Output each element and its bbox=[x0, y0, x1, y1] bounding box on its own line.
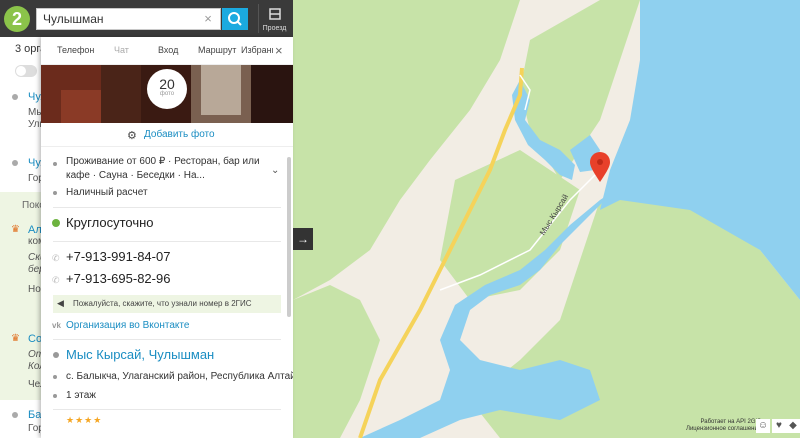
crown-icon: ♛ bbox=[11, 333, 20, 344]
pin-icon bbox=[12, 412, 18, 418]
bullet-icon bbox=[53, 375, 57, 379]
open-status-icon bbox=[52, 219, 60, 227]
tab-chat[interactable]: Чат bbox=[114, 45, 129, 55]
megaphone-icon: ◀ bbox=[57, 298, 64, 308]
hint-text: Пожалуйста, скажите, что узнали номер в … bbox=[73, 299, 252, 308]
result-title: Алт bbox=[28, 224, 42, 236]
attribution-license[interactable]: Лицензионное соглашение bbox=[686, 426, 761, 433]
photo-count-label: фото bbox=[159, 91, 175, 97]
address-text: с. Балыкча, Улаганский район, Республика… bbox=[66, 371, 293, 382]
result-title: Чул bbox=[28, 91, 42, 103]
crown-icon: ♛ bbox=[11, 224, 20, 235]
vk-link[interactable]: Организация во Вконтакте bbox=[66, 320, 189, 331]
tab-phone[interactable]: Телефон bbox=[57, 45, 94, 55]
phone-icon: ✆ bbox=[52, 275, 60, 285]
attribution-api[interactable]: Работает на API 2GIS bbox=[686, 419, 761, 426]
route-label: Проезд bbox=[262, 25, 287, 32]
heart-icon[interactable]: ♥ bbox=[772, 419, 786, 433]
phone-number[interactable]: +7-913-991-84-07 bbox=[66, 249, 170, 264]
result-sub: Ули bbox=[28, 119, 42, 130]
result-sub: От bbox=[28, 349, 42, 360]
close-icon[interactable]: × bbox=[275, 43, 283, 58]
firm-card: Телефон Чат Вход Маршрут Избранное × 20 … bbox=[41, 37, 293, 438]
pin-icon bbox=[12, 160, 18, 166]
tab-entrance[interactable]: Вход bbox=[158, 45, 178, 55]
card-content[interactable]: Проживание от 600 ₽ · Ресторан, бар или … bbox=[41, 147, 293, 438]
pin-icon bbox=[12, 94, 18, 100]
address-title[interactable]: Мыс Кырсай, Чулышман bbox=[66, 347, 214, 362]
result-sub: Мыс bbox=[28, 107, 42, 118]
phone-number[interactable]: +7-913-695-82-96 bbox=[66, 271, 170, 286]
payment-text: Наличный расчет bbox=[66, 187, 148, 198]
chevron-down-icon[interactable]: ⌄ bbox=[271, 165, 279, 176]
card-tabs: Телефон Чат Вход Маршрут Избранное × bbox=[41, 37, 293, 65]
services-text: Проживание от 600 ₽ · Ресторан, бар или … bbox=[66, 156, 260, 181]
filter-toggle[interactable] bbox=[15, 65, 37, 77]
result-sub: Гор bbox=[28, 173, 42, 184]
hours-text: Круглосуточно bbox=[66, 215, 154, 230]
photo-count-badge[interactable]: 20 фото bbox=[147, 69, 187, 109]
user-icon[interactable]: ☺ bbox=[756, 419, 770, 433]
search-icon bbox=[228, 12, 242, 26]
divider bbox=[53, 409, 281, 410]
photo-count: 20 bbox=[159, 76, 175, 92]
divider bbox=[53, 207, 281, 208]
search-button[interactable] bbox=[222, 8, 248, 30]
result-sub: Кол bbox=[28, 361, 42, 372]
collapse-panel-button[interactable]: → bbox=[293, 228, 313, 250]
result-title: Чул bbox=[28, 157, 42, 169]
scrollbar[interactable] bbox=[287, 157, 291, 317]
result-sub: Ски bbox=[28, 252, 42, 263]
clear-search-button[interactable]: × bbox=[202, 12, 214, 26]
bullet-icon bbox=[53, 191, 57, 195]
address-pin-icon bbox=[53, 352, 59, 358]
share-icon[interactable]: ◆ bbox=[786, 419, 800, 433]
search-input[interactable] bbox=[43, 9, 203, 29]
result-sub: Гор bbox=[28, 423, 42, 434]
tab-route[interactable]: Маршрут bbox=[198, 45, 236, 55]
add-photo-button[interactable]: ⚙ Добавить фото bbox=[41, 123, 293, 147]
top-bar: 2 × Проезд bbox=[0, 0, 293, 37]
2gis-logo[interactable]: 2 bbox=[4, 6, 30, 32]
phone-icon: ✆ bbox=[52, 253, 60, 263]
floor-text: 1 этаж bbox=[66, 390, 96, 401]
camera-icon: ⚙ bbox=[127, 130, 137, 142]
divider bbox=[53, 241, 281, 242]
hint-banner: ◀ Пожалуйста, скажите, что узнали номер … bbox=[53, 295, 281, 313]
result-title: Баз bbox=[28, 409, 42, 421]
add-photo-link[interactable]: Добавить фото bbox=[144, 129, 215, 140]
result-sub: бер bbox=[28, 264, 42, 275]
route-button[interactable]: Проезд bbox=[258, 4, 290, 33]
route-icon bbox=[268, 8, 281, 20]
result-sub: Ног bbox=[28, 284, 42, 295]
tab-favorites[interactable]: Избранное bbox=[241, 45, 273, 55]
result-sub: ком bbox=[28, 236, 42, 247]
result-title: Сол bbox=[28, 333, 42, 345]
vk-icon: vk bbox=[52, 321, 61, 330]
bullet-icon bbox=[53, 162, 57, 166]
bullet-icon bbox=[53, 394, 57, 398]
search-box: × bbox=[36, 8, 221, 30]
result-sub: Чел bbox=[28, 379, 42, 390]
map-attribution: Работает на API 2GIS Лицензионное соглаш… bbox=[686, 419, 761, 433]
rating-stars: ★★★★ bbox=[66, 415, 103, 425]
divider bbox=[53, 339, 281, 340]
photo-gallery[interactable]: 20 фото bbox=[41, 65, 293, 123]
